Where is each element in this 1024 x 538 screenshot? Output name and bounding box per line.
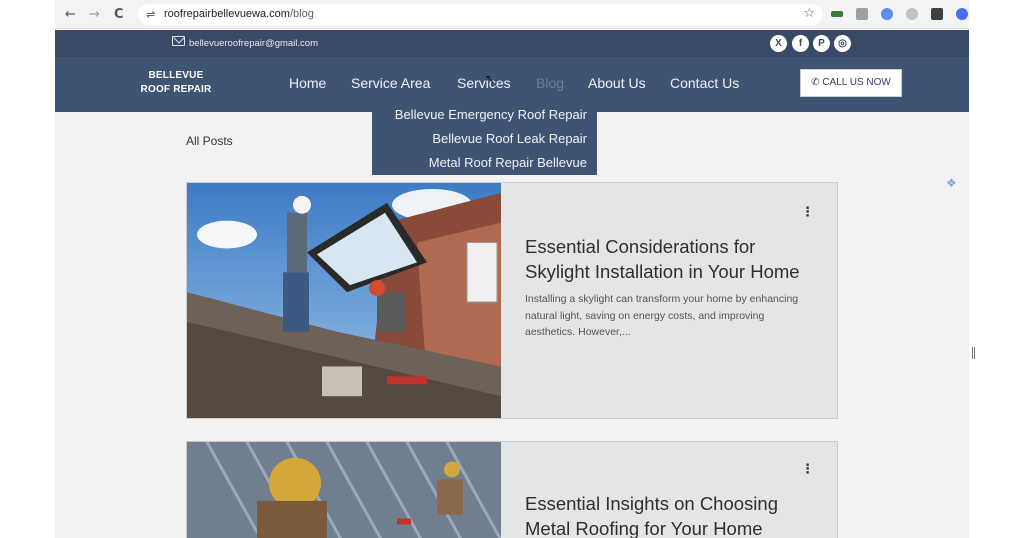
mouse-cursor-icon: ↖ [485, 72, 496, 86]
site-logo[interactable]: BELLEVUE ROOF REPAIR [140, 69, 212, 97]
url-path: /blog [289, 8, 314, 20]
back-icon[interactable]: ← [65, 7, 76, 22]
extension-icon[interactable] [856, 8, 868, 20]
contact-email[interactable]: bellevueroofrepair@gmail.com [189, 38, 318, 49]
nav-service-area[interactable]: Service Area [351, 75, 430, 91]
profile-avatar-icon[interactable] [956, 8, 968, 20]
logo-line-2: ROOF REPAIR [140, 84, 212, 95]
contact-bar: bellevueroofrepair@gmail.com X f P ◎ [55, 30, 969, 57]
extension-icon[interactable] [881, 8, 893, 20]
resize-handle[interactable] [972, 347, 975, 359]
instagram-icon[interactable]: ◎ [834, 35, 851, 52]
call-button-label: CALL US NOW [822, 77, 891, 88]
url-text[interactable]: roofrepairbellevuewa.com/blog [164, 8, 314, 20]
mail-icon [172, 36, 185, 46]
nav-contact-us[interactable]: Contact Us [670, 75, 739, 91]
x-social-icon[interactable]: X [770, 35, 787, 52]
address-bar[interactable]: ⇌ roofrepairbellevuewa.com/blog ☆ [138, 4, 823, 25]
forward-icon[interactable]: → [89, 7, 100, 22]
pinterest-icon[interactable]: P [813, 35, 830, 52]
blog-post-card[interactable]: ⋮ Essential Considerations for Skylight … [186, 182, 838, 419]
url-domain: roofrepairbellevuewa.com [164, 8, 290, 20]
blog-post-card[interactable]: ⋮ Essential Insights on Choosing Metal R… [186, 441, 838, 538]
facebook-icon[interactable]: f [792, 35, 809, 52]
reload-icon[interactable]: C [114, 7, 124, 22]
call-us-button[interactable]: ✆ CALL US NOW [800, 69, 902, 97]
dropdown-item-metal-roof-repair[interactable]: Metal Roof Repair Bellevue [372, 155, 597, 179]
post-excerpt: Installing a skylight can transform your… [525, 293, 799, 338]
nav-blog[interactable]: Blog [536, 75, 564, 91]
post-image-skylight[interactable] [187, 183, 501, 418]
services-dropdown: Bellevue Emergency Roof Repair Bellevue … [372, 101, 597, 175]
dropdown-item-leak-repair[interactable]: Bellevue Roof Leak Repair [372, 131, 597, 155]
post-title[interactable]: Essential Insights on Choosing Metal Roo… [525, 491, 825, 538]
more-options-icon[interactable]: ⋮ [801, 205, 814, 220]
phone-icon: ✆ [811, 77, 820, 88]
nav-services[interactable]: Services [457, 75, 511, 91]
post-title[interactable]: Essential Considerations for Skylight In… [525, 234, 825, 284]
dropdown-item-emergency-repair[interactable]: Bellevue Emergency Roof Repair [372, 107, 597, 131]
browser-toolbar: ← → C ⇌ roofrepairbellevuewa.com/blog ☆ [55, 0, 969, 29]
extension-icon[interactable] [906, 8, 918, 20]
site-settings-icon[interactable]: ⇌ [146, 8, 155, 21]
dropbox-icon[interactable]: ❖ [946, 176, 957, 190]
extension-icon[interactable] [831, 11, 843, 17]
bookmark-star-icon[interactable]: ☆ [803, 6, 815, 21]
extension-icon[interactable] [931, 8, 943, 20]
logo-line-1: BELLEVUE [148, 70, 204, 81]
nav-about-us[interactable]: About Us [588, 75, 646, 91]
post-image-metal-roofing[interactable] [187, 442, 501, 538]
more-options-icon[interactable]: ⋮ [801, 462, 814, 477]
all-posts-heading[interactable]: All Posts [186, 134, 233, 148]
nav-home[interactable]: Home [289, 75, 326, 91]
